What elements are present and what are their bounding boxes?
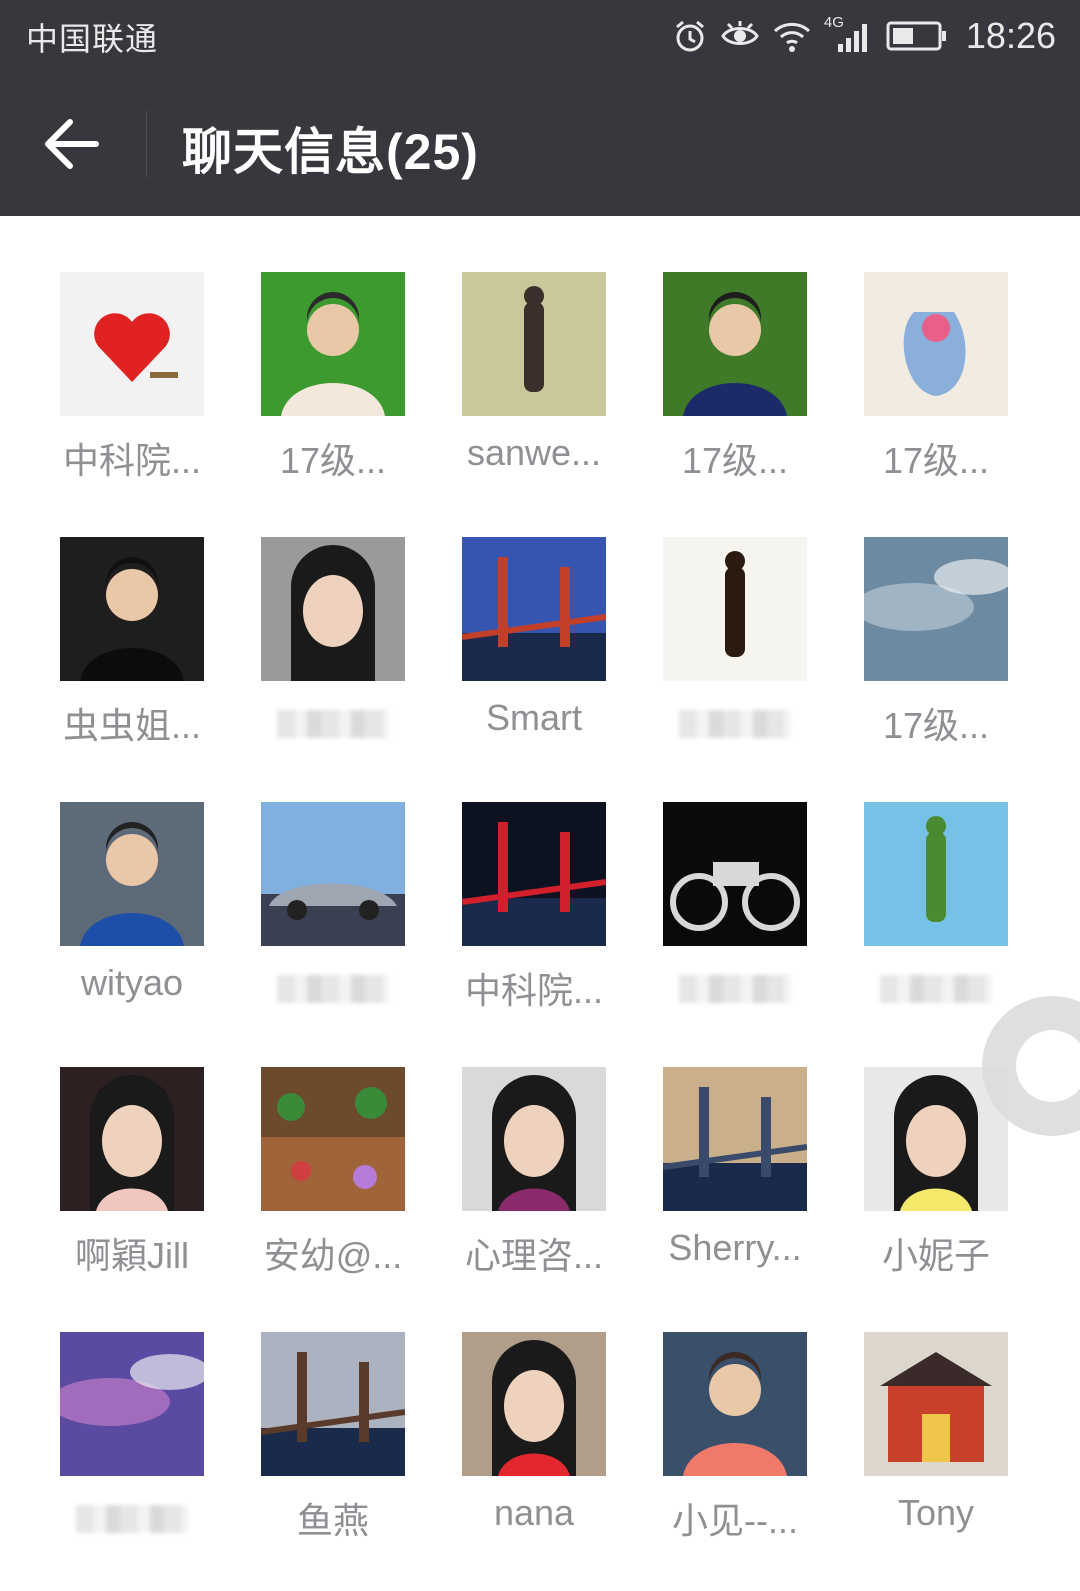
member-name: 中科院... xyxy=(62,440,201,481)
status-icons: 4G 18:26 xyxy=(672,10,1056,62)
member-tile[interactable] xyxy=(231,537,435,777)
member-name: 17级... xyxy=(882,705,990,746)
member-name: nana xyxy=(493,1492,575,1533)
avatar[interactable] xyxy=(261,1067,405,1211)
member-name: 心理咨... xyxy=(464,1235,603,1276)
arrow-left-icon xyxy=(40,119,104,180)
member-tile[interactable]: 安幼@... xyxy=(231,1067,435,1307)
member-tile[interactable] xyxy=(231,802,435,1042)
member-name xyxy=(633,705,837,741)
member-tile[interactable] xyxy=(30,1332,234,1572)
avatar[interactable] xyxy=(462,1332,606,1476)
avatar[interactable] xyxy=(60,802,204,946)
alarm-icon xyxy=(672,18,708,54)
member-name: 鱼燕 xyxy=(296,1500,369,1541)
avatar[interactable] xyxy=(261,802,405,946)
member-tile[interactable]: 虫虫姐... xyxy=(30,537,234,777)
avatar[interactable] xyxy=(261,537,405,681)
avatar[interactable] xyxy=(864,272,1008,416)
avatar[interactable] xyxy=(663,802,807,946)
member-name: Sherry... xyxy=(668,1227,802,1268)
redacted-name xyxy=(679,710,791,738)
battery-icon xyxy=(886,20,948,52)
member-tile[interactable]: Sherry... xyxy=(633,1067,837,1307)
avatar[interactable] xyxy=(60,272,204,416)
member-name: 小见--... xyxy=(672,1500,798,1541)
avatar[interactable] xyxy=(462,272,606,416)
member-name xyxy=(231,970,435,1006)
avatar[interactable] xyxy=(663,1067,807,1211)
avatar[interactable] xyxy=(462,537,606,681)
member-name: 啊穎Jill xyxy=(75,1235,189,1276)
avatar[interactable] xyxy=(60,537,204,681)
redacted-name xyxy=(880,975,992,1003)
member-tile[interactable]: 17级... xyxy=(231,272,435,512)
avatar[interactable] xyxy=(663,1332,807,1476)
member-tile[interactable]: 17级... xyxy=(834,272,1038,512)
eye-icon xyxy=(720,18,760,54)
member-name: 小妮子 xyxy=(881,1235,990,1276)
member-name xyxy=(633,970,837,1006)
member-name: wityao xyxy=(80,962,184,1003)
redacted-name xyxy=(76,1505,188,1533)
header-divider xyxy=(146,110,147,178)
back-button[interactable] xyxy=(40,112,104,176)
cellular-signal-icon: 4G xyxy=(824,14,874,56)
member-name xyxy=(231,705,435,741)
avatar[interactable] xyxy=(261,272,405,416)
member-tile[interactable] xyxy=(633,802,837,1042)
member-tile[interactable]: Tony xyxy=(834,1332,1038,1572)
member-tile[interactable]: nana xyxy=(432,1332,636,1572)
avatar[interactable] xyxy=(462,802,606,946)
avatar[interactable] xyxy=(60,1332,204,1476)
member-name xyxy=(30,1500,234,1536)
status-bar: 中国联通 4G 18:26 xyxy=(0,0,1080,72)
member-name: sanwe... xyxy=(466,432,602,473)
member-tile[interactable]: 中科院... xyxy=(30,272,234,512)
member-name: 17级... xyxy=(279,440,387,481)
title-bar: 聊天信息(25) xyxy=(0,72,1080,216)
member-name: Smart xyxy=(485,697,582,738)
carrier-label: 中国联通 xyxy=(26,20,159,58)
avatar[interactable] xyxy=(663,272,807,416)
page-title-text: 聊天信息 xyxy=(182,123,386,181)
member-tile[interactable]: Smart xyxy=(432,537,636,777)
member-count: (25) xyxy=(386,124,479,180)
avatar[interactable] xyxy=(864,1332,1008,1476)
avatar[interactable] xyxy=(462,1067,606,1211)
redacted-name xyxy=(277,710,389,738)
avatar[interactable] xyxy=(663,537,807,681)
avatar[interactable] xyxy=(60,1067,204,1211)
member-name: Tony xyxy=(897,1492,975,1533)
avatar[interactable] xyxy=(261,1332,405,1476)
member-tile[interactable]: wityao xyxy=(30,802,234,1042)
redacted-name xyxy=(277,975,389,1003)
clock: 18:26 xyxy=(965,15,1056,56)
member-tile[interactable]: sanwe... xyxy=(432,272,636,512)
member-tile[interactable]: 中科院... xyxy=(432,802,636,1042)
member-tile[interactable]: 鱼燕 xyxy=(231,1332,435,1572)
member-tile[interactable]: 啊穎Jill xyxy=(30,1067,234,1307)
member-tile[interactable] xyxy=(633,537,837,777)
redacted-name xyxy=(679,975,791,1003)
page-title: 聊天信息(25) xyxy=(182,112,479,184)
member-name: 17级... xyxy=(681,440,789,481)
member-tile[interactable]: 心理咨... xyxy=(432,1067,636,1307)
member-name xyxy=(834,970,1038,1006)
member-name: 虫虫姐... xyxy=(62,705,201,746)
member-name: 安幼@... xyxy=(263,1235,403,1276)
wifi-icon xyxy=(772,18,812,54)
member-tile[interactable] xyxy=(834,802,1038,1042)
member-tile[interactable]: 17级... xyxy=(633,272,837,512)
member-tile[interactable]: 小见--... xyxy=(633,1332,837,1572)
avatar[interactable] xyxy=(864,537,1008,681)
avatar[interactable] xyxy=(864,802,1008,946)
member-tile[interactable]: 17级... xyxy=(834,537,1038,777)
member-name: 17级... xyxy=(882,440,990,481)
member-name: 中科院... xyxy=(464,970,603,1011)
